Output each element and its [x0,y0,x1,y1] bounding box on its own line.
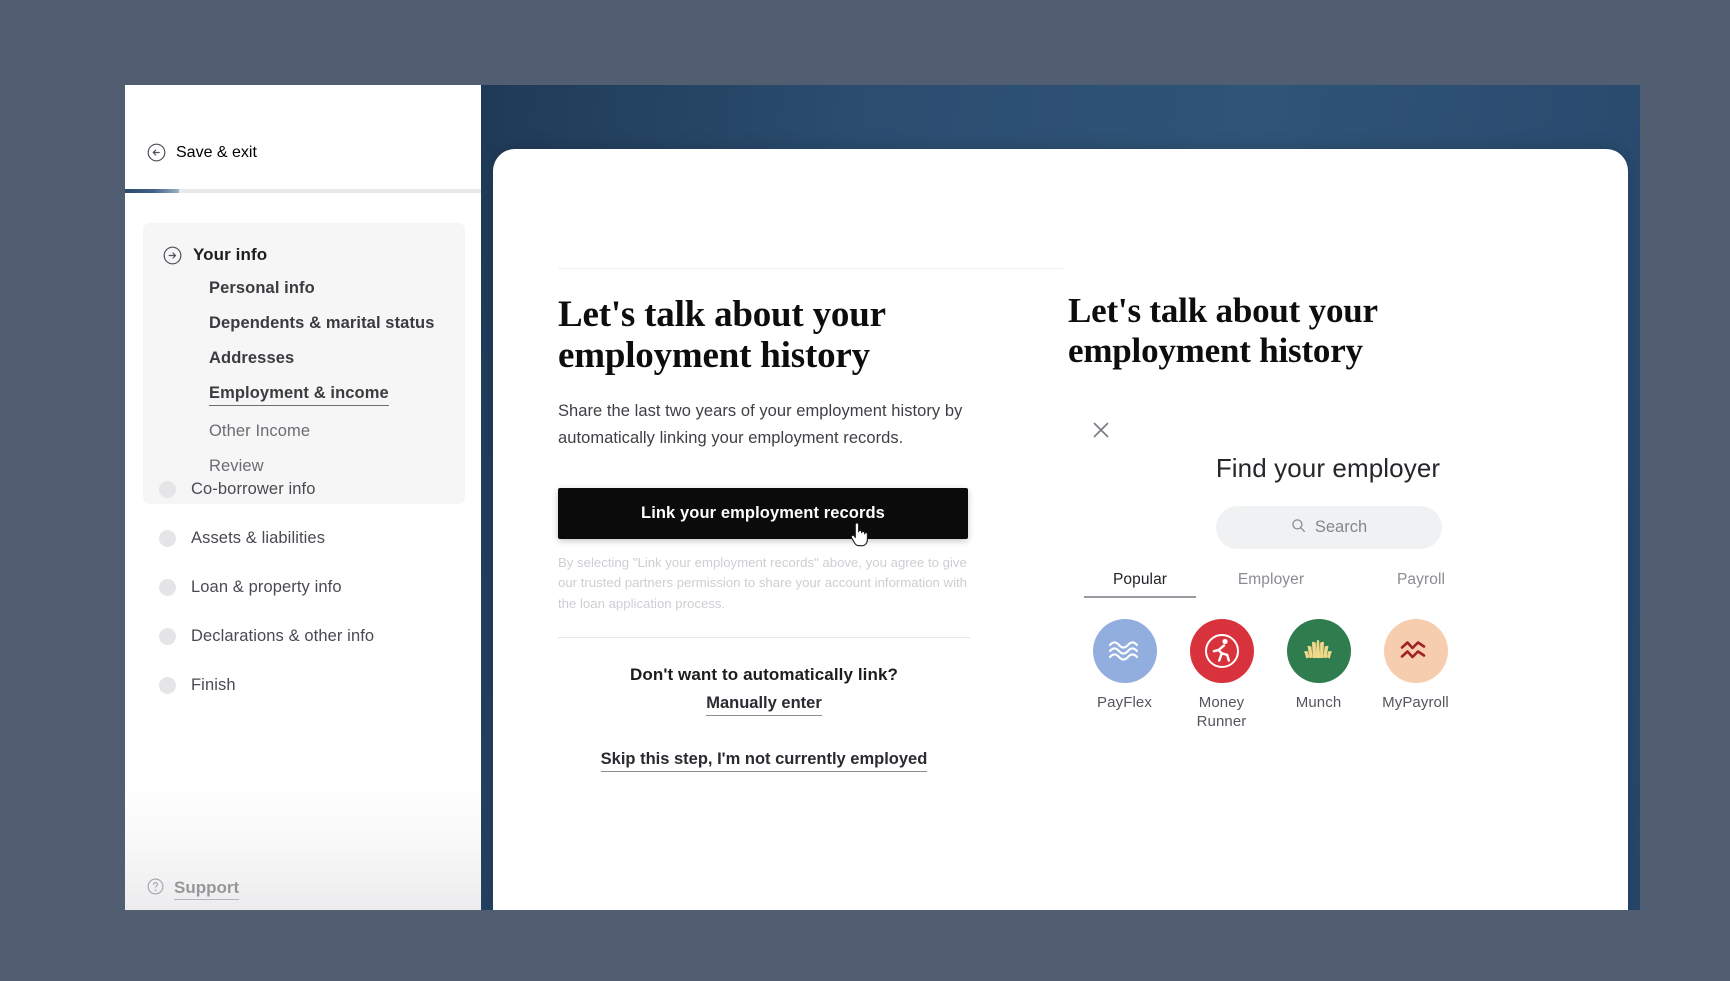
find-your-employer-title: Find your employer [1215,453,1441,483]
sidebar-item-co-borrower-info[interactable]: Co-borrower info [143,465,465,514]
arrow-right-circle-icon [163,246,182,265]
sidebar-steps: Co-borrower info Assets & liabilities Lo… [143,465,465,710]
search-placeholder: Search [1314,518,1368,536]
employer-item-money-runner-label: Money Runner [1196,694,1247,730]
fan-shell-icon [1286,619,1351,683]
waves-icon [1092,619,1157,683]
sidebar-item-your-info[interactable]: Your info [143,239,465,271]
top-divider [558,268,1063,269]
tab-employer[interactable]: Employer [1196,571,1346,598]
sidebar-item-other-income-label: Other Income [209,422,311,440]
progress-bar [125,189,481,193]
modal-title-line-2: employment history [1068,330,1363,370]
sidebar-item-personal-info-label: Personal info [209,279,315,297]
sidebar-item-declarations-other-info[interactable]: Declarations & other info [143,612,465,661]
tab-payroll[interactable]: Payroll [1346,571,1496,598]
search-input[interactable]: Search [1216,506,1442,549]
zigzag-icon [1383,619,1448,683]
content-area: Let's talk about your employment history… [481,85,1640,910]
step-dot-icon [159,677,176,694]
manually-enter-link[interactable]: Manually enter [706,694,822,717]
sidebar-item-personal-info[interactable]: Personal info [143,271,465,306]
sidebar-item-loan-property-info[interactable]: Loan & property info [143,563,465,612]
search-icon [1291,518,1306,538]
employer-item-munch[interactable]: Munch [1270,619,1367,731]
save-and-exit-button[interactable]: Save & exit [147,143,257,162]
app-window: Save & exit Your info Personal info Depe… [125,85,1640,910]
sidebar-item-declarations-label: Declarations & other info [191,627,375,645]
intro-description: Share the last two years of your employm… [558,402,963,447]
employer-tabs: Popular Employer Payroll [1068,571,1548,598]
sidebar-item-other-income[interactable]: Other Income [143,414,465,449]
employer-item-munch-label: Munch [1295,694,1342,711]
close-icon[interactable] [1090,419,1112,441]
back-arrow-circle-icon [147,143,166,162]
manual-entry-question: Don't want to automatically link? [629,665,899,685]
runner-icon [1189,619,1254,683]
page-title: Let's talk about your employment history [558,294,1058,376]
employer-list: PayFlex Money Runner Munch MyPayroll [1076,619,1576,731]
sidebar-item-employment-income-label: Employment & income [209,384,389,406]
employer-finder-panel: Let's talk about your employment history… [1068,291,1588,730]
manual-entry-block: Don't want to automatically link? Manual… [558,665,970,773]
content-card: Let's talk about your employment history… [493,149,1628,910]
skip-step-link[interactable]: Skip this step, I'm not currently employ… [600,750,928,773]
step-dot-icon [159,579,176,596]
consent-disclaimer: By selecting "Link your employment recor… [558,554,968,612]
employer-item-mypayroll[interactable]: MyPayroll [1367,619,1464,731]
sidebar-item-finish-label: Finish [191,676,236,694]
step-dot-icon [159,481,176,498]
sidebar-item-addresses-label: Addresses [209,349,295,367]
sidebar-item-dependents-label: Dependents & marital status [209,314,435,332]
sidebar-item-employment-income[interactable]: Employment & income [143,376,465,414]
link-employment-records-button[interactable]: Link your employment records [558,487,968,539]
sidebar-item-finish[interactable]: Finish [143,661,465,710]
sidebar-item-addresses[interactable]: Addresses [143,341,465,376]
employer-item-payflex-label: PayFlex [1097,694,1152,711]
sidebar-item-dependents-marital-status[interactable]: Dependents & marital status [143,306,465,341]
support-button[interactable]: Support [147,878,240,900]
employer-item-money-runner[interactable]: Money Runner [1173,619,1270,731]
sidebar-item-assets-liabilities-label: Assets & liabilities [191,529,326,547]
sidebar: Save & exit Your info Personal info Depe… [125,85,481,910]
sidebar-group-your-info: Your info Personal info Dependents & mar… [143,223,465,504]
save-and-exit-label: Save & exit [176,143,257,161]
tab-popular[interactable]: Popular [1084,571,1196,598]
support-label: Support [174,878,240,900]
step-dot-icon [159,628,176,645]
page-title-line-2: employment history [558,335,870,377]
step-dot-icon [159,530,176,547]
sidebar-item-assets-liabilities[interactable]: Assets & liabilities [143,514,465,563]
section-divider [558,637,970,639]
sidebar-item-your-info-label: Your info [193,245,268,264]
page-title-line-1: Let's talk about your [558,294,886,335]
sidebar-item-loan-property-info-label: Loan & property info [191,578,342,596]
modal-title-line-1: Let's talk about your [1068,291,1378,330]
help-circle-icon [147,878,164,900]
employer-item-payflex[interactable]: PayFlex [1076,619,1173,731]
progress-bar-fill [125,189,179,193]
sidebar-item-co-borrower-info-label: Co-borrower info [191,480,316,498]
employer-item-mypayroll-label: MyPayroll [1382,694,1449,711]
employment-intro-panel: Let's talk about your employment history… [558,294,1058,773]
modal-title: Let's talk about your employment history [1068,291,1588,371]
screen: Save & exit Your info Personal info Depe… [0,0,1730,981]
